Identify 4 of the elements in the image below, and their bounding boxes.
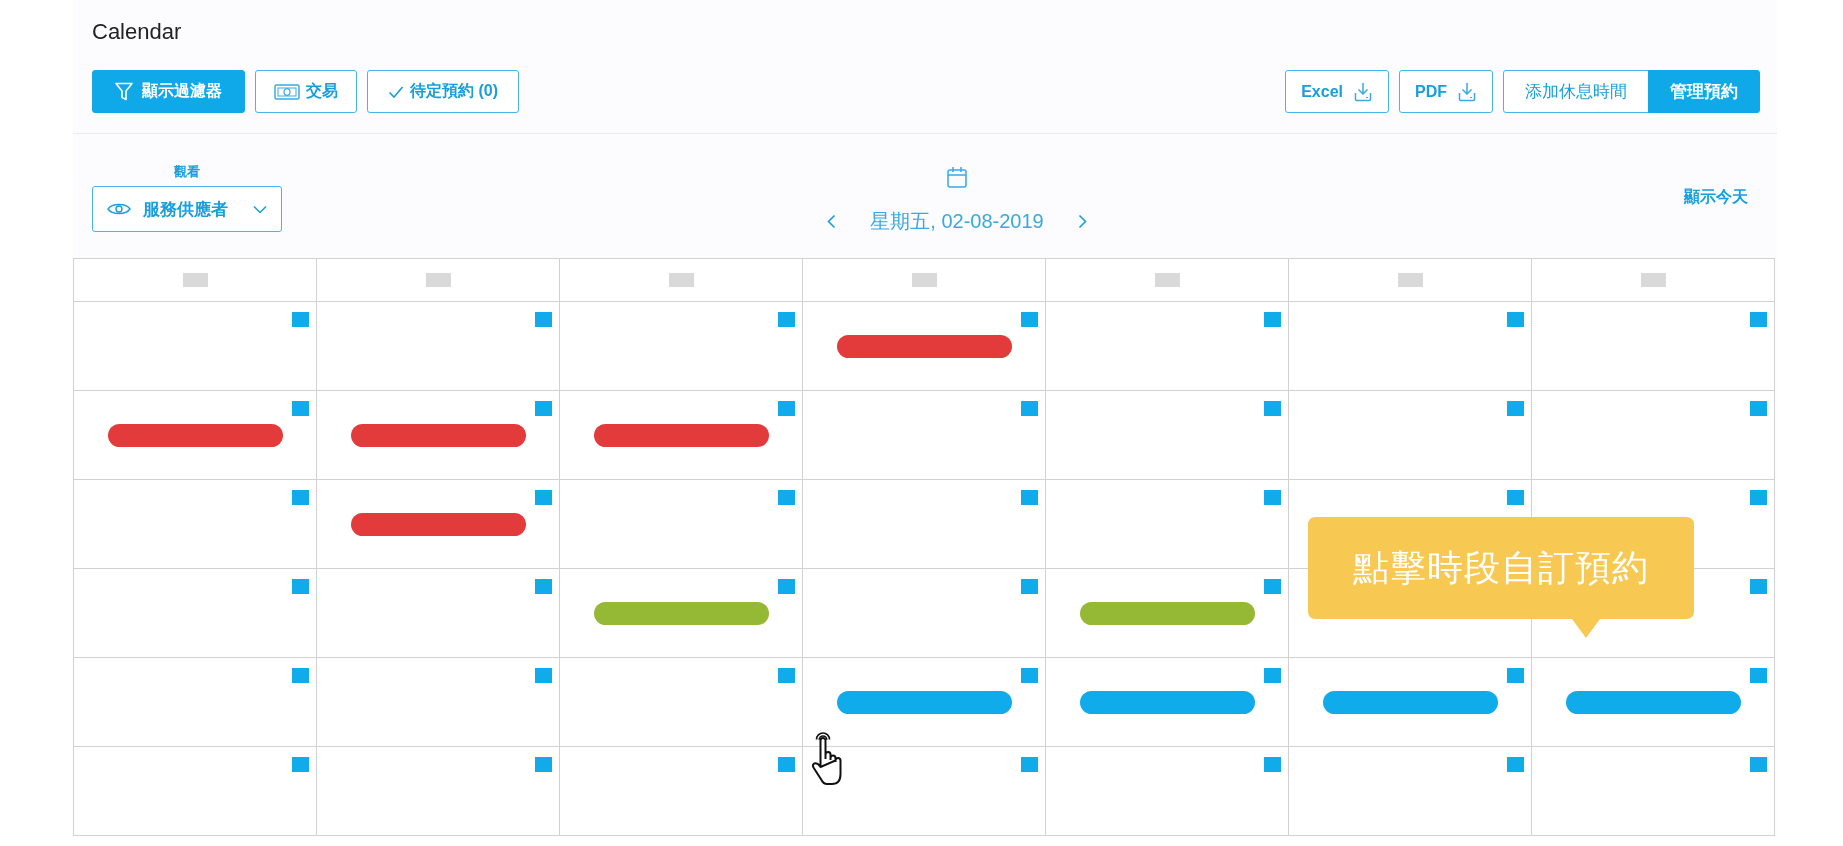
current-date: 星期五, 02-08-2019 (870, 209, 1044, 234)
view-label: 觀看 (174, 163, 200, 181)
tooltip: 點擊時段自訂預約 (1308, 517, 1694, 638)
page-title: Calendar (92, 18, 182, 46)
